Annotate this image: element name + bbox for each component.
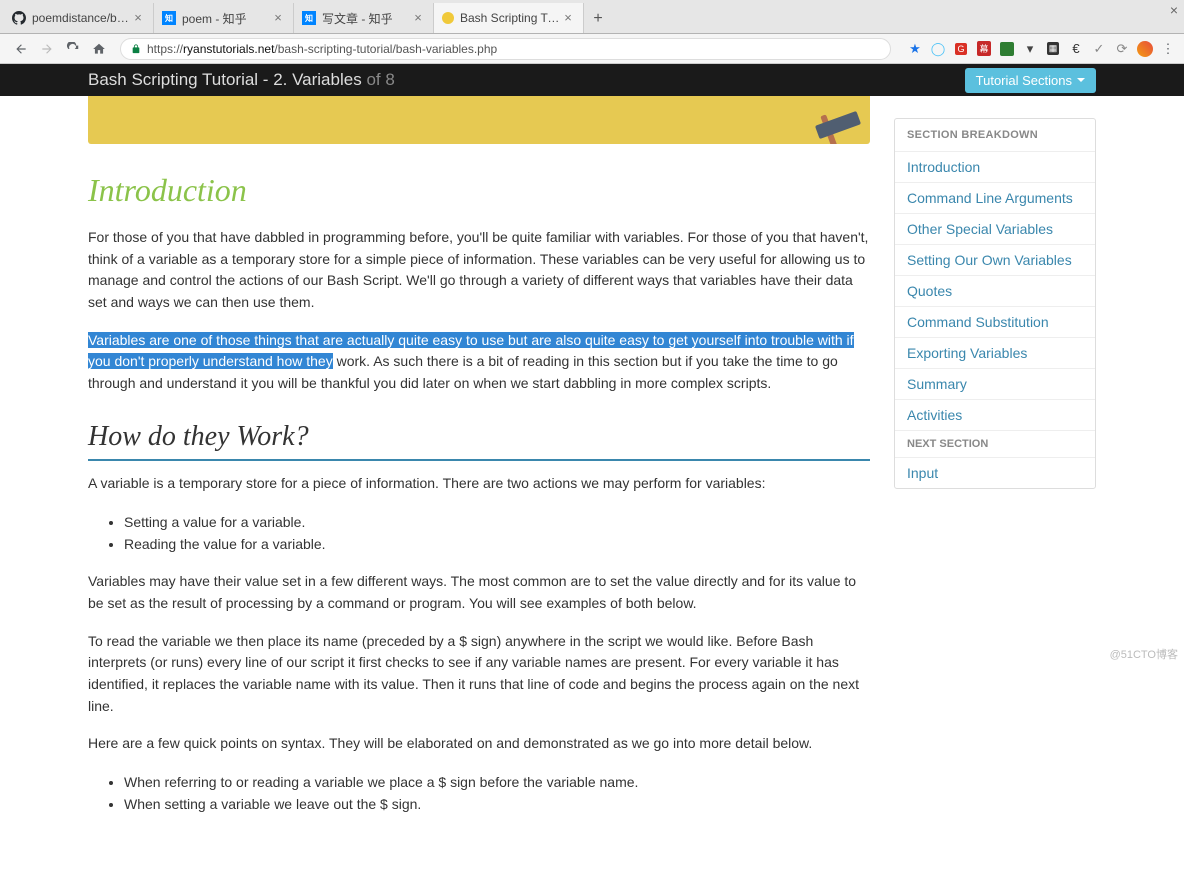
ext-icon-3[interactable]: 幕 (976, 41, 992, 57)
url-text: https://ryanstutorials.net/bash-scriptin… (147, 42, 497, 56)
main-content: Introduction For those of you that have … (88, 96, 870, 872)
intro-heading: Introduction (88, 172, 870, 209)
url-prefix: https:// (147, 42, 183, 56)
breakdown-label: SECTION BREAKDOWN (895, 119, 1095, 151)
title-main: Bash Scripting Tutorial - 2. Variables (88, 70, 362, 89)
tab-title: 写文章 - 知乎 (322, 10, 411, 27)
title-muted: of 8 (366, 70, 394, 89)
github-icon (12, 11, 26, 25)
extension-icons: ★ ◯ G 幕 ▾ ▦ € ✓ ⟳ ⋮ (907, 41, 1176, 57)
sidebar-item-summary[interactable]: Summary (895, 368, 1095, 399)
ext-icon-6[interactable]: ▦ (1045, 41, 1061, 57)
tab-1[interactable]: 知 poem - 知乎 × (154, 3, 294, 33)
zhihu-icon: 知 (302, 11, 316, 25)
ext-icon-5[interactable]: ▾ (1022, 41, 1038, 57)
list-2: When referring to or reading a variable … (124, 771, 870, 816)
tab-3[interactable]: Bash Scripting Tutorial - V × (434, 3, 584, 33)
url-domain: ryanstutorials.net (183, 42, 274, 56)
how-heading: How do they Work? (88, 421, 870, 461)
profile-avatar[interactable] (1137, 41, 1153, 57)
ext-icon-8[interactable]: ✓ (1091, 41, 1107, 57)
paragraph-6: Here are a few quick points on syntax. T… (88, 733, 870, 755)
tab-0[interactable]: poemdistance/baidu-tran × (4, 3, 154, 33)
new-tab-button[interactable]: + (584, 5, 612, 33)
button-label: Tutorial Sections (976, 73, 1072, 88)
ext-icon-2[interactable]: G (953, 41, 969, 57)
close-icon[interactable]: × (271, 11, 285, 25)
page-title: Bash Scripting Tutorial - 2. Variables o… (88, 70, 395, 90)
paragraph-4: Variables may have their value set in a … (88, 571, 870, 614)
ext-icon-7[interactable]: € (1068, 41, 1084, 57)
sidebar-item-special-vars[interactable]: Other Special Variables (895, 213, 1095, 244)
paragraph-5: To read the variable we then place its n… (88, 631, 870, 718)
back-button[interactable] (11, 39, 31, 59)
tab-title: poem - 知乎 (182, 10, 271, 27)
next-section-label: NEXT SECTION (895, 430, 1095, 457)
window-close-icon[interactable]: × (1170, 2, 1178, 18)
list-item: Setting a value for a variable. (124, 511, 870, 533)
menu-icon[interactable]: ⋮ (1160, 41, 1176, 57)
section-breakdown-panel: SECTION BREAKDOWN Introduction Command L… (894, 118, 1096, 489)
tutorial-sections-button[interactable]: Tutorial Sections (965, 68, 1096, 93)
sidebar-item-activities[interactable]: Activities (895, 399, 1095, 430)
forward-button[interactable] (37, 39, 57, 59)
sidebar-item-cmd-sub[interactable]: Command Substitution (895, 306, 1095, 337)
sidebar-item-introduction[interactable]: Introduction (895, 151, 1095, 182)
lock-icon (131, 43, 141, 55)
zhihu-icon: 知 (162, 11, 176, 25)
watermark: @51CTO博客 (1110, 646, 1178, 662)
browser-tab-bar: poemdistance/baidu-tran × 知 poem - 知乎 × … (0, 0, 1184, 34)
home-button[interactable] (89, 39, 109, 59)
sidebar-item-exporting[interactable]: Exporting Variables (895, 337, 1095, 368)
sidebar-item-quotes[interactable]: Quotes (895, 275, 1095, 306)
url-path: /bash-scripting-tutorial/bash-variables.… (274, 42, 497, 56)
close-icon[interactable]: × (411, 11, 425, 25)
chevron-down-icon (1077, 78, 1085, 82)
hero-banner (88, 96, 870, 144)
close-icon[interactable]: × (561, 11, 575, 25)
reload-button[interactable] (63, 39, 83, 59)
ext-icon-1[interactable]: ◯ (930, 41, 946, 57)
list-1: Setting a value for a variable. Reading … (124, 511, 870, 556)
list-item: Reading the value for a variable. (124, 533, 870, 555)
sidebar-item-cli-args[interactable]: Command Line Arguments (895, 182, 1095, 213)
dot-icon (442, 12, 454, 24)
paragraph-2: Variables are one of those things that a… (88, 330, 870, 395)
star-icon[interactable]: ★ (907, 41, 923, 57)
list-item: When referring to or reading a variable … (124, 771, 870, 793)
tab-title: poemdistance/baidu-tran (32, 11, 131, 25)
browser-toolbar: https://ryanstutorials.net/bash-scriptin… (0, 34, 1184, 64)
ext-icon-9[interactable]: ⟳ (1114, 41, 1130, 57)
site-header: Bash Scripting Tutorial - 2. Variables o… (0, 64, 1184, 96)
tab-title: Bash Scripting Tutorial - V (460, 11, 561, 25)
sidebar-item-input[interactable]: Input (895, 457, 1095, 488)
tab-2[interactable]: 知 写文章 - 知乎 × (294, 3, 434, 33)
sidebar: SECTION BREAKDOWN Introduction Command L… (894, 118, 1096, 872)
ext-icon-4[interactable] (999, 41, 1015, 57)
sidebar-item-setting-vars[interactable]: Setting Our Own Variables (895, 244, 1095, 275)
list-item: When setting a variable we leave out the… (124, 793, 870, 815)
close-icon[interactable]: × (131, 11, 145, 25)
paragraph-1: For those of you that have dabbled in pr… (88, 227, 870, 314)
url-bar[interactable]: https://ryanstutorials.net/bash-scriptin… (120, 38, 891, 60)
paragraph-3: A variable is a temporary store for a pi… (88, 473, 870, 495)
